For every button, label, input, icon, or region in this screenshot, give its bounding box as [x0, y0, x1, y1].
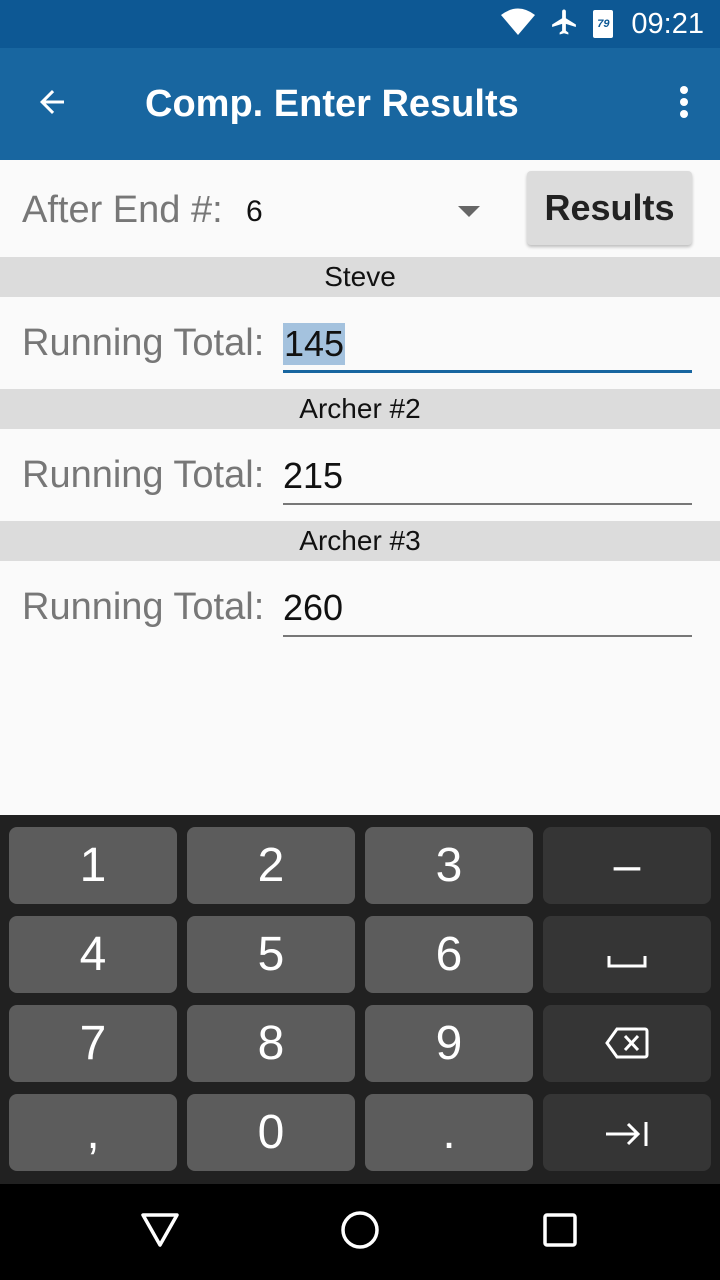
- running-total-value: 260: [283, 587, 344, 628]
- clock: 09:21: [631, 7, 704, 40]
- running-total-row: Running Total: 260: [0, 561, 720, 653]
- running-total-input[interactable]: 260: [283, 579, 692, 637]
- key-backspace[interactable]: [543, 1005, 711, 1082]
- running-total-value: 145: [283, 323, 346, 365]
- running-total-row: Running Total: 215: [0, 429, 720, 521]
- circle-home-icon: [340, 1210, 380, 1255]
- calendar-icon: 79: [593, 10, 614, 38]
- backspace-icon: [605, 1016, 649, 1071]
- wifi-icon: [501, 8, 536, 41]
- nav-back-button[interactable]: [136, 1208, 184, 1256]
- running-total-label: Running Total:: [22, 586, 265, 628]
- nav-recents-button[interactable]: [536, 1208, 584, 1256]
- archer-header: Steve: [0, 257, 720, 297]
- key-9[interactable]: 9: [365, 1005, 533, 1082]
- dropdown-caret-icon: [458, 206, 480, 217]
- tab-next-icon: [604, 1105, 650, 1160]
- archer-header: Archer #3: [0, 521, 720, 561]
- numeric-keyboard: 1 2 3 – 4 5 6 7 8 9 , 0 .: [0, 815, 720, 1184]
- triangle-back-icon: [140, 1212, 180, 1253]
- key-3[interactable]: 3: [365, 827, 533, 904]
- overflow-menu-button[interactable]: [668, 76, 700, 132]
- end-number-dropdown[interactable]: 6: [240, 180, 490, 240]
- key-next[interactable]: [543, 1094, 711, 1171]
- key-comma[interactable]: ,: [9, 1094, 177, 1171]
- space-icon: [607, 927, 647, 982]
- status-bar: 79 09:21: [0, 0, 720, 48]
- key-space[interactable]: [543, 916, 711, 993]
- key-7[interactable]: 7: [9, 1005, 177, 1082]
- key-1[interactable]: 1: [9, 827, 177, 904]
- calendar-badge-text: 79: [597, 18, 610, 30]
- page-title: Comp. Enter Results: [145, 83, 519, 125]
- key-minus[interactable]: –: [543, 827, 711, 904]
- end-label: After End #:: [22, 189, 223, 231]
- square-recents-icon: [542, 1212, 578, 1253]
- key-2[interactable]: 2: [187, 827, 355, 904]
- app-bar: Comp. Enter Results: [0, 48, 720, 160]
- system-nav-bar: [0, 1184, 720, 1280]
- running-total-value: 215: [283, 455, 344, 496]
- running-total-input[interactable]: 215: [283, 447, 692, 505]
- arrow-left-icon: [34, 84, 70, 125]
- running-total-row: Running Total: 145: [0, 297, 720, 389]
- key-8[interactable]: 8: [187, 1005, 355, 1082]
- more-vert-icon: [678, 84, 690, 125]
- running-total-label: Running Total:: [22, 322, 265, 364]
- key-period[interactable]: .: [365, 1094, 533, 1171]
- archer-header: Archer #2: [0, 389, 720, 429]
- back-button[interactable]: [24, 76, 80, 132]
- end-number-value: 6: [246, 195, 263, 228]
- key-6[interactable]: 6: [365, 916, 533, 993]
- running-total-input[interactable]: 145: [283, 315, 692, 373]
- key-5[interactable]: 5: [187, 916, 355, 993]
- key-0[interactable]: 0: [187, 1094, 355, 1171]
- results-button[interactable]: Results: [527, 171, 692, 245]
- nav-home-button[interactable]: [336, 1208, 384, 1256]
- running-total-label: Running Total:: [22, 454, 265, 496]
- airplane-icon: [549, 7, 579, 42]
- key-4[interactable]: 4: [9, 916, 177, 993]
